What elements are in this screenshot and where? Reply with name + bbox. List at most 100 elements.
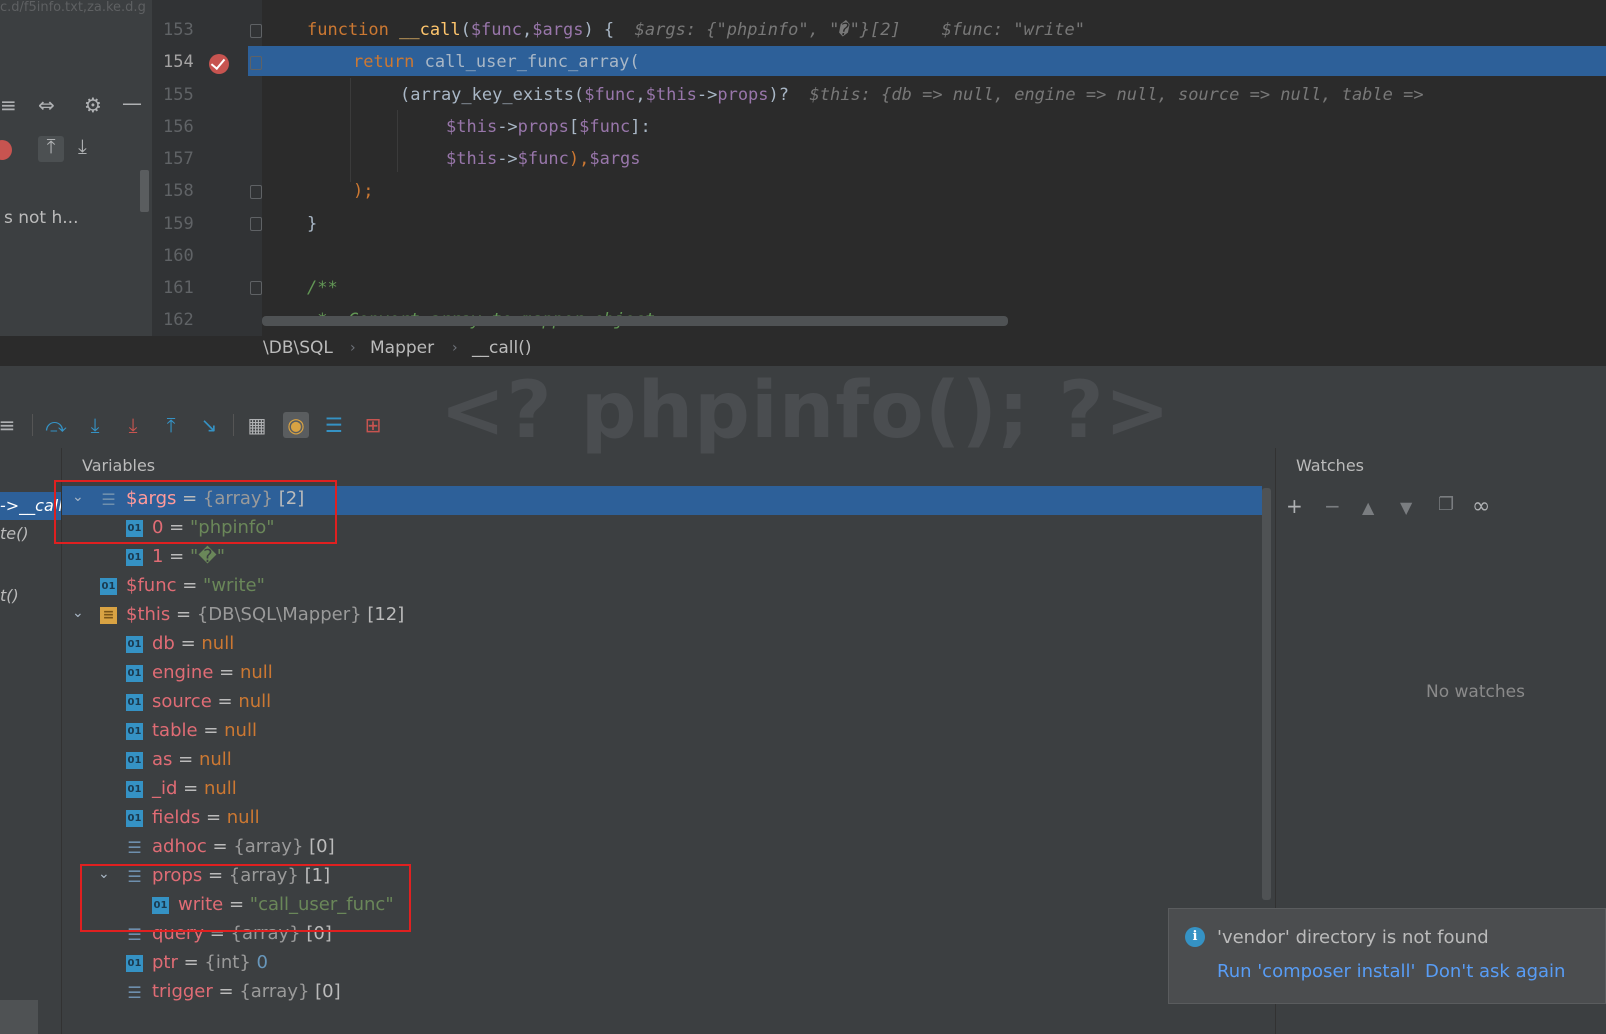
- horizontal-scrollbar[interactable]: [262, 316, 1008, 326]
- punct: ->: [497, 117, 518, 137]
- collapse-all-icon[interactable]: ⇔: [38, 95, 55, 115]
- move-up-icon[interactable]: ▲: [1362, 498, 1374, 517]
- glasses-icon[interactable]: ∞: [1472, 494, 1490, 519]
- frames-scrollbar[interactable]: [0, 1000, 38, 1034]
- variable-value: null: [203, 778, 237, 799]
- copy-icon[interactable]: ❐: [1438, 494, 1454, 515]
- step-into-icon[interactable]: ⤓: [82, 412, 108, 438]
- frames-panel: ->__call te() t(): [0, 448, 62, 1034]
- equals: =: [174, 633, 202, 654]
- add-watch-icon[interactable]: ⊞: [360, 412, 386, 438]
- primitive-icon: 01: [126, 694, 143, 711]
- doc-comment: /**: [307, 278, 338, 298]
- variable-value: null: [226, 807, 260, 828]
- code-line: $this->$func),$args: [446, 149, 641, 169]
- primitive-icon: 01: [126, 549, 143, 566]
- keyword: function: [307, 20, 389, 40]
- step-over-icon[interactable]: ⤼: [43, 412, 69, 438]
- equals: =: [200, 807, 227, 828]
- move-down-icon[interactable]: ▼: [1400, 498, 1412, 517]
- run-composer-install-link[interactable]: Run 'composer install': [1217, 961, 1415, 982]
- primitive-icon: 01: [100, 578, 117, 595]
- equals: =: [211, 691, 239, 712]
- fold-marker-icon[interactable]: [250, 185, 262, 199]
- expand-all-icon[interactable]: ≡: [0, 95, 17, 115]
- breadcrumb: \DB\SQL › Mapper › __call(): [0, 336, 1606, 366]
- step-out-icon[interactable]: ⤒: [158, 412, 184, 438]
- notification-message: 'vendor' directory is not found: [1217, 927, 1489, 948]
- chevron-down-icon[interactable]: ⌄: [72, 605, 84, 621]
- line-number: 153: [163, 20, 194, 40]
- fold-marker-icon[interactable]: [250, 24, 262, 38]
- scroll-from-source-icon[interactable]: ⤒: [38, 136, 64, 162]
- force-step-into-icon[interactable]: ⤓: [120, 412, 146, 438]
- variable-value: null: [198, 749, 232, 770]
- variable-row[interactable]: 01 fields = null: [62, 805, 1262, 834]
- fold-marker-icon[interactable]: [250, 281, 262, 295]
- scroll-to-source-icon[interactable]: ⤓: [78, 136, 87, 156]
- breakpoint-icon[interactable]: [209, 54, 229, 74]
- variable-row[interactable]: 01 engine = null: [62, 660, 1262, 689]
- variable-type: {DB\SQL\Mapper}: [196, 604, 362, 625]
- equals: =: [163, 546, 190, 567]
- variable: props: [717, 85, 769, 105]
- evaluate-expression-icon[interactable]: ▦: [244, 412, 270, 438]
- variable-row[interactable]: ⌄ ≡ $this = {DB\SQL\Mapper} [12]: [62, 602, 1262, 631]
- toolbar-separator: [233, 414, 234, 436]
- frame-item[interactable]: t(): [0, 586, 19, 605]
- variable-row[interactable]: 01 1 = "�": [62, 544, 1262, 573]
- variable-value: null: [201, 633, 235, 654]
- breadcrumb-namespace[interactable]: \DB\SQL: [263, 338, 333, 358]
- punct: ) {: [583, 20, 615, 40]
- frames-list-icon[interactable]: ☰: [321, 412, 347, 438]
- panel-message: s not h...: [4, 208, 79, 228]
- run-to-cursor-icon[interactable]: ↘: [196, 412, 222, 438]
- debug-toolbar: ≡ ⤼ ⤓ ⤓ ⤒ ↘ ▦ ◉ ☰ ⊞: [0, 406, 1606, 444]
- breadcrumb-method[interactable]: __call(): [472, 338, 531, 358]
- punct: )?: [768, 85, 790, 105]
- variable-row[interactable]: ☰ trigger = {array} [0]: [62, 979, 1262, 1008]
- variable-row[interactable]: ☰ adhoc = {array} [0]: [62, 834, 1262, 863]
- error-icon[interactable]: [0, 140, 12, 160]
- frame-item[interactable]: te(): [0, 524, 29, 543]
- variable-row[interactable]: 01 table = null: [62, 718, 1262, 747]
- path-fragment: c.d/f5info.txt,za.ke.d.g: [0, 0, 146, 15]
- variables-tree[interactable]: ⌄ ☰ $args = {array} [2] 01 0 = "phpinfo"…: [62, 486, 1270, 1034]
- show-execution-point-icon[interactable]: ≡: [0, 412, 20, 438]
- variable-value: null: [224, 720, 257, 741]
- variable: $args: [532, 20, 584, 40]
- array-icon: ☰: [127, 983, 142, 1002]
- code-editor[interactable]: 153 154 155 156 157 158 159 160 161 162 …: [0, 0, 1606, 336]
- punct: ->: [696, 85, 718, 105]
- variable-row[interactable]: 01 $func = "write": [62, 573, 1262, 602]
- plus-icon[interactable]: +: [1286, 494, 1303, 518]
- inline-debug-hint: $args: {"phpinfo", "�"}[2] $func: "write…: [634, 20, 1085, 40]
- frame-item[interactable]: ->__call: [0, 492, 61, 520]
- code-line: }: [307, 214, 317, 234]
- breadcrumb-class[interactable]: Mapper: [370, 338, 434, 358]
- equals: =: [170, 604, 197, 625]
- code-line: );: [353, 181, 373, 201]
- dont-ask-again-link[interactable]: Don't ask again: [1425, 961, 1565, 982]
- minimize-icon[interactable]: —: [122, 93, 142, 113]
- indent-guide: [350, 78, 351, 182]
- punct: ->: [497, 149, 518, 169]
- primitive-icon: 01: [126, 665, 143, 682]
- variable-row[interactable]: 01 ptr = {int} 0: [62, 950, 1262, 979]
- variable-row[interactable]: 01 as = null: [62, 747, 1262, 776]
- code-line: return call_user_func_array(: [353, 52, 640, 72]
- fold-marker-icon[interactable]: [250, 56, 262, 70]
- panel-scrollbar[interactable]: [140, 170, 149, 212]
- minus-icon[interactable]: −: [1324, 494, 1341, 518]
- primitive-icon: 01: [126, 955, 143, 972]
- gear-icon[interactable]: ⚙: [84, 95, 102, 115]
- variable-row[interactable]: 01 _id = null: [62, 776, 1262, 805]
- function-name: __call: [399, 20, 461, 40]
- php-context-icon[interactable]: ◉: [283, 412, 309, 438]
- variable-row[interactable]: 01 db = null: [62, 631, 1262, 660]
- variables-scrollbar[interactable]: [1262, 488, 1271, 900]
- fold-marker-icon[interactable]: [250, 217, 262, 231]
- variable-row[interactable]: 01 source = null: [62, 689, 1262, 718]
- variable-name: db: [152, 633, 175, 654]
- primitive-icon: 01: [126, 781, 143, 798]
